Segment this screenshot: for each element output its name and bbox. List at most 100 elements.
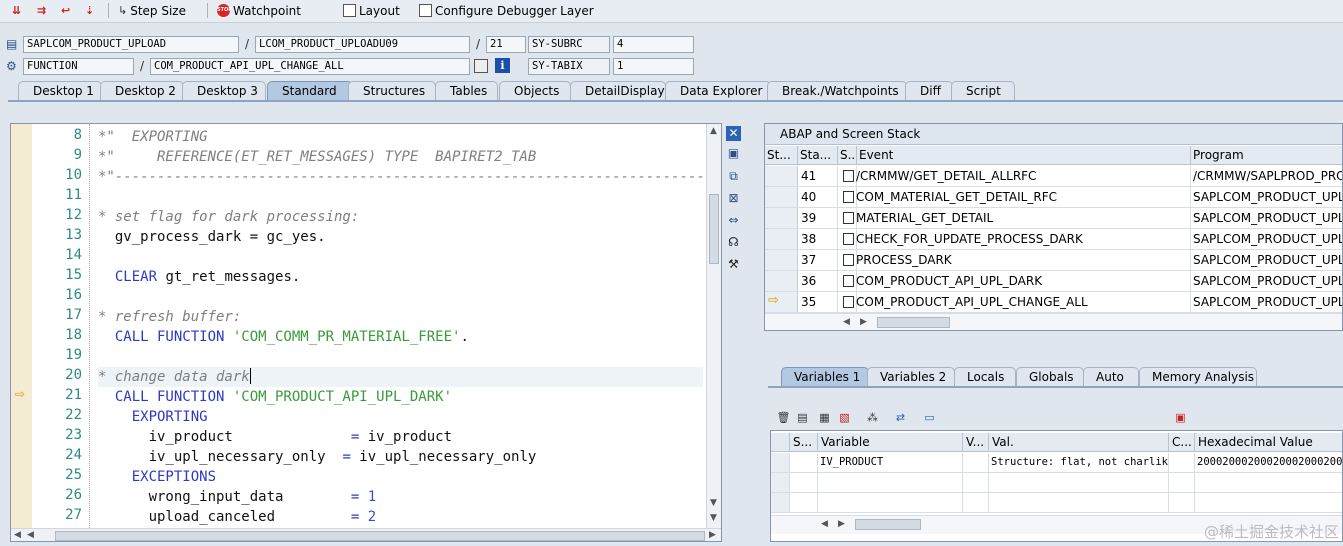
var-value-cell[interactable]: Structure: flat, not charlike — [989, 453, 1169, 473]
tab-locals[interactable]: Locals — [954, 367, 1016, 386]
var-col-change[interactable]: C... — [1169, 433, 1195, 452]
stack-row-status[interactable] — [765, 229, 798, 249]
move-icon[interactable]: ⇄ — [893, 410, 908, 425]
delete-icon[interactable]: 🗑 — [776, 410, 791, 425]
source-code-pane[interactable]: ⇨ 8 9 10 11 12 13 14 15 16 17 18 19 20 21 22 23 24 25 26 27… — [10, 123, 722, 542]
empty-cell[interactable] — [963, 493, 989, 513]
code-line[interactable] — [98, 287, 703, 307]
tab-data-explorer[interactable]: Data Explorer — [665, 81, 771, 100]
sy-tabix-value[interactable]: 1 — [613, 58, 694, 75]
scroll-thumb[interactable] — [55, 531, 705, 541]
code-line[interactable]: upload_canceled = 2 — [98, 507, 703, 527]
new-tool-icon[interactable]: ▣ — [726, 146, 741, 161]
tab-auto[interactable]: Auto — [1083, 367, 1139, 386]
scroll-left-step-icon[interactable]: ◀ — [27, 530, 34, 540]
stack-row[interactable]: 41/CRMMW/GET_DETAIL_ALLRFC/CRMMW/SAPLPRO… — [765, 166, 1342, 187]
tab-desktop-1[interactable]: Desktop 1 — [18, 81, 102, 100]
stack-event[interactable]: /CRMMW/GET_DETAIL_ALLRFC — [841, 166, 1191, 186]
scroll-down-icon[interactable]: ▼ — [710, 498, 717, 508]
tab-break-watchpoints[interactable]: Break./Watchpoints — [767, 81, 907, 100]
code-line[interactable] — [98, 247, 703, 267]
tab-objects[interactable]: Objects — [499, 81, 571, 100]
empty-cell[interactable] — [790, 493, 818, 513]
stack-row[interactable]: ⇨ 35 COM_PRODUCT_API_UPL_CHANGE_ALL SAPLCOM… — [765, 292, 1342, 313]
tab-variables-1[interactable]: Variables 1 — [781, 367, 869, 386]
code-line[interactable]: *" REFERENCE(ET_RET_MESSAGES) TYPE BAPIR… — [98, 147, 703, 167]
tab-diff[interactable]: Diff — [905, 81, 953, 100]
code-horizontal-scrollbar[interactable]: ◀ ◀ ▶ — [11, 528, 721, 541]
empty-cell[interactable] — [790, 473, 818, 493]
services-icon[interactable]: ☊ — [726, 235, 741, 250]
scroll-left-icon[interactable]: ◀ — [821, 519, 828, 529]
configure-debugger-layer-button[interactable]: Configure Debugger Layer — [419, 2, 594, 19]
line-field[interactable]: 21 — [486, 36, 526, 53]
stack-row-status[interactable] — [765, 166, 798, 186]
code-line[interactable] — [98, 347, 703, 367]
code-line[interactable]: iv_product = iv_product — [98, 427, 703, 447]
var-col-status[interactable]: S... — [790, 433, 818, 452]
code-line[interactable]: *" EXPORTING — [98, 127, 703, 147]
scroll-left-icon[interactable]: ◀ — [14, 530, 21, 540]
execute-icon[interactable]: ⇉ — [37, 2, 46, 19]
var-name-cell[interactable]: IV_PRODUCT — [818, 453, 963, 473]
navigate-icon[interactable] — [474, 59, 488, 73]
empty-cell[interactable] — [1169, 493, 1195, 513]
scroll-down-end-icon[interactable]: ▼ — [710, 513, 717, 523]
view-icon[interactable]: ▭ — [922, 410, 937, 425]
code-line[interactable]: CALL FUNCTION 'COM_PRODUCT_API_UPL_DARK' — [98, 387, 703, 407]
var-col-select[interactable] — [771, 433, 790, 452]
empty-cell[interactable] — [1169, 473, 1195, 493]
stack-col-level[interactable]: Sta... — [798, 146, 838, 165]
stack-row-status[interactable]: ⇨ — [765, 292, 798, 312]
close-tool-icon[interactable]: ✕ — [726, 126, 741, 141]
var-col-variable[interactable]: Variable — [818, 433, 963, 452]
tab-desktop-2[interactable]: Desktop 2 — [100, 81, 184, 100]
scroll-right-icon[interactable]: ▶ — [709, 530, 716, 540]
var-col-v[interactable]: V... — [963, 433, 989, 452]
stack-row[interactable]: 38 CHECK_FOR_UPDATE_PROCESS_DARK SAPLCOM_P… — [765, 229, 1342, 250]
stack-row-status[interactable] — [765, 208, 798, 228]
info-icon[interactable]: i — [495, 58, 510, 73]
function-name-field[interactable]: COM_PRODUCT_API_UPL_CHANGE_ALL — [150, 58, 470, 75]
tab-desktop-3[interactable]: Desktop 3 — [182, 81, 266, 100]
return-icon[interactable]: ↩ — [61, 2, 70, 19]
tab-structures[interactable]: Structures — [348, 81, 436, 100]
code-line[interactable]: EXPORTING — [98, 407, 703, 427]
var-hex-cell[interactable]: 2000200020002000200020002000 — [1195, 453, 1342, 473]
var-col-value[interactable]: Val. — [989, 433, 1169, 452]
empty-cell[interactable] — [1195, 493, 1342, 513]
stack-horizontal-scrollbar[interactable]: ◀ ▶ — [765, 313, 1342, 330]
code-line[interactable]: * change data dark — [98, 367, 703, 387]
scroll-right-icon[interactable]: ▶ — [860, 317, 867, 327]
export-icon[interactable]: ▧ — [837, 410, 852, 425]
code-editor[interactable]: *" EXPORTING *" REFERENCE(ET_RET_MESSAGES… — [89, 124, 707, 528]
continue-icon[interactable]: ⇣ — [85, 2, 94, 19]
stack-row-status[interactable] — [765, 271, 798, 291]
tab-detaildisplay[interactable]: DetailDisplay — [570, 81, 666, 100]
code-line[interactable]: gv_process_dark = gc_yes. — [98, 227, 703, 247]
row-selector[interactable] — [771, 473, 790, 493]
stack-event[interactable]: COM_PRODUCT_API_UPL_DARK — [841, 271, 1191, 291]
watchpoint-button[interactable]: STOP Watchpoint — [217, 2, 301, 19]
row-selector[interactable] — [771, 493, 790, 513]
stack-event[interactable]: COM_MATERIAL_GET_DETAIL_RFC — [841, 187, 1191, 207]
empty-cell[interactable] — [989, 493, 1169, 513]
scroll-right-icon[interactable]: ▶ — [838, 519, 845, 529]
stack-col-status[interactable]: St... — [765, 146, 798, 165]
var-col-hex[interactable]: Hexadecimal Value — [1195, 433, 1342, 452]
code-line[interactable]: iv_upl_necessary_only = iv_upl_necessary… — [98, 447, 703, 467]
stack-event[interactable]: COM_PRODUCT_API_UPL_CHANGE_ALL — [841, 292, 1191, 312]
breakpoint-gutter[interactable]: ⇨ — [11, 124, 33, 528]
code-line[interactable]: wrong_input_data = 1 — [98, 487, 703, 507]
scroll-left-icon[interactable]: ◀ — [843, 317, 850, 327]
fit-width-icon[interactable]: ⇔ — [726, 213, 741, 228]
stack-col-type[interactable]: S... — [838, 146, 857, 165]
group-icon[interactable]: ⁂ — [865, 410, 880, 425]
stack-row-status[interactable] — [765, 250, 798, 270]
scroll-up-icon[interactable]: ▲ — [710, 126, 717, 136]
select-all-icon[interactable]: ▤ — [795, 410, 810, 425]
empty-cell[interactable] — [963, 473, 989, 493]
tab-standard[interactable]: Standard — [267, 81, 353, 100]
code-line[interactable]: CALL FUNCTION 'COM_COMM_PR_MATERIAL_FREE… — [98, 327, 703, 347]
stack-event[interactable]: PROCESS_DARK — [841, 250, 1191, 270]
